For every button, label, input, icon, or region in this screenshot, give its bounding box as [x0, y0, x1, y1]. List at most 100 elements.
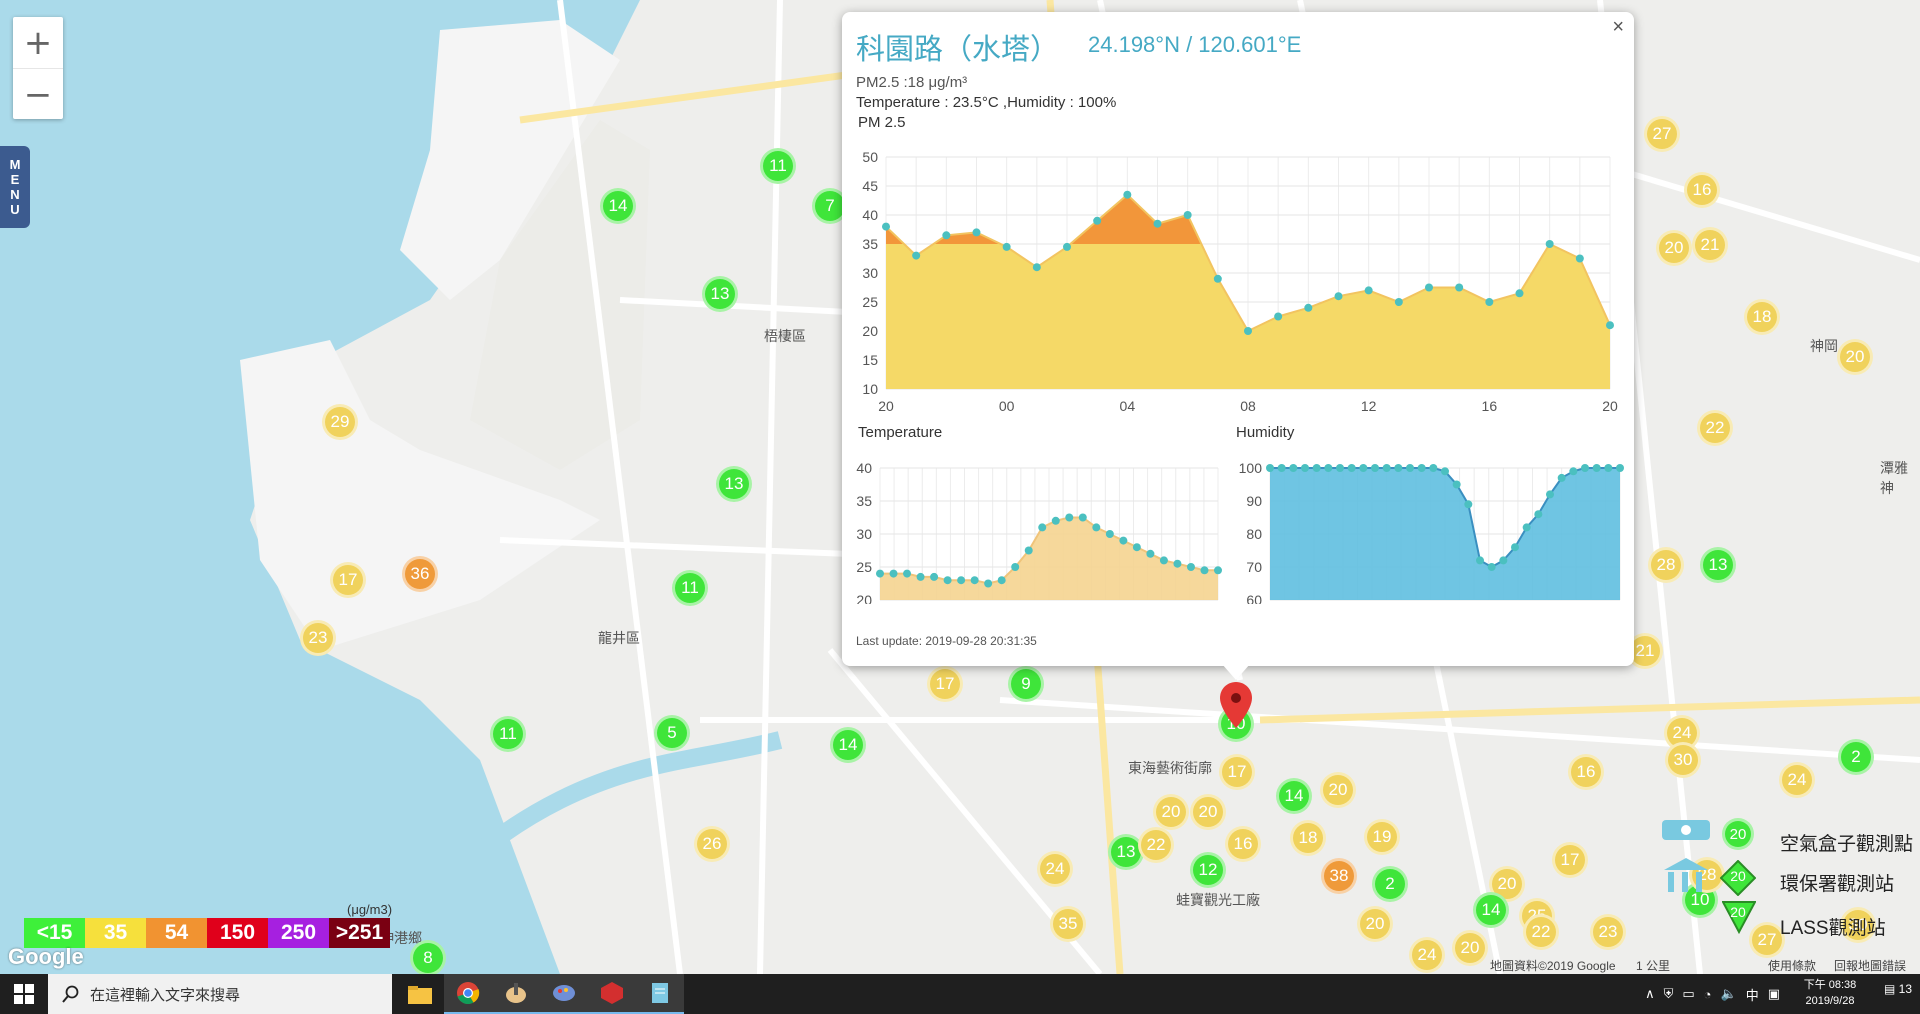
y-tick-label: 100	[1239, 460, 1263, 476]
zoom-out-button[interactable]: −	[13, 69, 63, 120]
battery-icon[interactable]: ▭	[1682, 986, 1694, 1002]
chrome-icon	[457, 982, 480, 1005]
ime-indicator[interactable]: 中	[1746, 985, 1759, 1004]
data-point	[1485, 298, 1494, 306]
station-marker[interactable]: 14	[1276, 778, 1312, 814]
station-marker[interactable]: 13	[1700, 547, 1736, 583]
station-marker[interactable]: 20	[1190, 794, 1226, 830]
station-marker[interactable]: 36	[402, 556, 438, 592]
station-marker[interactable]: 23	[1590, 914, 1626, 950]
terms-link[interactable]: 使用條款	[1768, 957, 1816, 974]
station-marker[interactable]: 9	[1008, 666, 1044, 702]
station-marker[interactable]: 18	[1290, 820, 1326, 856]
notification-icon: ▤	[1883, 982, 1896, 996]
station-marker[interactable]: 16	[1225, 826, 1261, 862]
last-update: Last update: 2019-09-28 20:31:35	[856, 634, 1037, 648]
station-marker[interactable]: 20	[1153, 794, 1189, 830]
y-tick-label: 70	[1246, 559, 1262, 575]
keyboard-icon[interactable]: ▣	[1768, 986, 1780, 1002]
station-marker[interactable]: 17	[1219, 754, 1255, 790]
station-marker[interactable]: 13	[702, 276, 738, 312]
station-marker[interactable]: 13	[716, 466, 752, 502]
station-marker[interactable]: 19	[1364, 819, 1400, 855]
station-marker[interactable]: 11	[760, 148, 796, 184]
paint-app[interactable]	[492, 974, 540, 1014]
data-point	[1119, 536, 1128, 545]
station-marker[interactable]: 22	[1523, 914, 1559, 950]
volume-icon[interactable]: 🔈	[1721, 986, 1737, 1002]
data-point	[1476, 556, 1484, 565]
station-marker[interactable]: 20	[1656, 230, 1692, 266]
station-marker[interactable]: 11	[490, 716, 526, 752]
chrome-app[interactable]	[444, 974, 492, 1014]
google-logo: Google	[8, 944, 84, 969]
station-marker[interactable]: 14	[830, 727, 866, 763]
menu-letter: N	[10, 187, 20, 202]
scale-level: 150	[207, 918, 268, 948]
data-point	[1382, 464, 1391, 472]
station-marker[interactable]: 35	[1050, 906, 1086, 942]
station-popup: × 科園路（水塔） 24.198°N / 120.601°E PM2.5 :18…	[842, 12, 1634, 666]
station-marker[interactable]: 24	[1037, 851, 1073, 887]
sketchup-app[interactable]	[588, 974, 636, 1014]
station-marker[interactable]: 5	[654, 715, 690, 751]
station-marker[interactable]: 29	[322, 404, 358, 440]
map-canvas[interactable]: 梧棲區 龍井區 神岡 東海藝術街廓 伸港鄉 蛙寶觀光工廠 潭雅神 11 14 7 13…	[0, 0, 1920, 974]
station-marker[interactable]: 27	[1644, 116, 1680, 152]
station-marker[interactable]: 38	[1321, 858, 1357, 894]
menu-letter: U	[10, 202, 20, 217]
station-marker[interactable]: 8	[410, 940, 446, 974]
station-marker[interactable]: 14	[1473, 892, 1509, 928]
taskbar-search[interactable]: 在這裡輸入文字來搜尋	[48, 974, 392, 1014]
clock-time: 下午 08:38	[1803, 979, 1857, 991]
data-point	[882, 222, 890, 231]
station-marker[interactable]: 26	[694, 826, 730, 862]
station-marker[interactable]: 17	[927, 666, 963, 702]
station-marker[interactable]: 20	[1452, 930, 1488, 966]
station-marker[interactable]: 20	[1357, 906, 1393, 942]
station-marker[interactable]: 16	[1684, 172, 1720, 208]
security-icon[interactable]: ⛨	[1664, 986, 1674, 1002]
notification-button[interactable]: ▤ 13	[1884, 982, 1912, 996]
station-marker[interactable]: 23	[300, 620, 336, 656]
wifi-icon[interactable]: ◔	[1704, 987, 1712, 1002]
data-point	[997, 576, 1006, 585]
station-marker[interactable]: 22	[1697, 410, 1733, 446]
start-button[interactable]	[0, 974, 48, 1014]
station-marker[interactable]: 30	[1665, 742, 1701, 778]
clock[interactable]: 下午 08:38 2019/9/28	[1790, 977, 1870, 1009]
station-marker[interactable]: 20	[1320, 772, 1356, 808]
station-marker[interactable]: 16	[1568, 754, 1604, 790]
station-marker[interactable]: 18	[1744, 299, 1780, 335]
station-marker[interactable]: 2	[1838, 739, 1874, 775]
station-marker[interactable]: 11	[672, 570, 708, 606]
x-tick-label: 12	[1361, 398, 1377, 414]
station-marker[interactable]: 20	[1837, 339, 1873, 375]
station-marker[interactable]: 12	[1190, 852, 1226, 888]
menu-tab[interactable]: M E N U	[0, 146, 30, 228]
station-marker[interactable]: 14	[600, 188, 636, 224]
map-data-credit: 地圖資料©2019 Google	[1490, 959, 1616, 973]
notes-app[interactable]	[636, 974, 684, 1014]
scale-level: >251	[329, 918, 390, 948]
temperature-chart-title: Temperature	[858, 424, 943, 441]
station-marker[interactable]: 24	[1779, 762, 1815, 798]
data-point	[1575, 254, 1584, 263]
taskbar: 在這裡輸入文字來搜尋 ∧ ⛨ ▭ ◔ 🔈 中 ▣ 下午 08:38 2019/9…	[0, 974, 1920, 1014]
station-marker[interactable]: 28	[1648, 547, 1684, 583]
station-marker[interactable]: 17	[330, 562, 366, 598]
file-explorer-app[interactable]	[396, 974, 444, 1014]
chevron-up-icon[interactable]: ∧	[1645, 986, 1655, 1002]
data-point	[1545, 240, 1554, 248]
close-button[interactable]: ×	[1612, 16, 1624, 39]
palette-app[interactable]	[540, 974, 588, 1014]
station-marker[interactable]: 2	[1372, 866, 1408, 902]
station-marker[interactable]: 22	[1138, 827, 1174, 863]
station-marker[interactable]: 21	[1692, 227, 1728, 263]
location-pin-icon[interactable]	[1220, 682, 1252, 728]
report-error-link[interactable]: 回報地圖錯誤	[1834, 957, 1906, 974]
data-point	[1371, 464, 1379, 472]
station-marker[interactable]: 24	[1409, 937, 1445, 973]
station-marker[interactable]: 17	[1552, 842, 1588, 878]
zoom-in-button[interactable]: +	[13, 17, 63, 69]
